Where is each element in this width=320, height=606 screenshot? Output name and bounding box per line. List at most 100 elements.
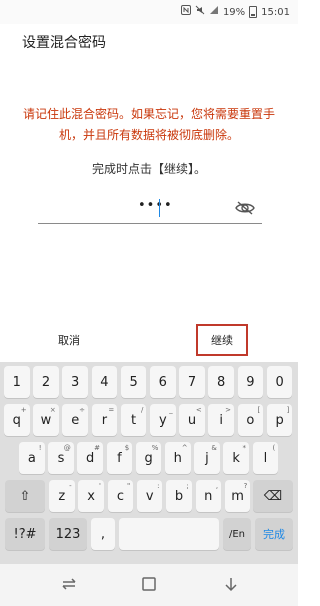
key-p-label: p [275, 412, 284, 428]
key-y[interactable]: y _ [150, 404, 176, 436]
keyboard-row-q: q + w × e ÷ r = t / y _ u < i > o[p] [0, 404, 298, 441]
key-4[interactable]: 4 [91, 366, 118, 398]
key-i[interactable]: i > [208, 404, 234, 436]
key-d-label: d [86, 450, 95, 466]
key-8[interactable]: 8 [208, 366, 234, 398]
key-s[interactable]: s @ [48, 442, 74, 474]
language-key[interactable]: /En [223, 518, 251, 550]
action-bar: 取消 继续 [0, 318, 298, 362]
key-z[interactable]: z- [49, 480, 75, 512]
key-3[interactable]: 3 [62, 366, 88, 398]
key-v[interactable]: v: [136, 480, 163, 512]
comma-key[interactable]: , [91, 518, 115, 550]
key-f[interactable]: f $ [106, 442, 133, 474]
key-e[interactable]: e ÷ [62, 404, 88, 436]
key-c[interactable]: c " [107, 480, 134, 512]
key-g-symbol: % [151, 444, 159, 452]
status-bar: 19% 15:01 [0, 0, 298, 24]
status-icons: 19% 15:01 [180, 5, 290, 19]
key-5-label: 5 [129, 374, 138, 390]
key-m[interactable]: m? [224, 480, 251, 512]
done-key-label: 完成 [263, 528, 285, 541]
key-x[interactable]: x ' [78, 480, 104, 512]
key-l[interactable]: l( [252, 442, 279, 474]
key-w-label: w [40, 412, 52, 428]
key-q-label: q [12, 412, 21, 428]
key-j[interactable]: j & [194, 442, 220, 474]
key-0-label: 0 [275, 374, 284, 390]
key-2-label: 2 [41, 374, 51, 390]
key-1[interactable]: 1 [4, 366, 30, 398]
battery-icon [249, 6, 258, 18]
key-a-symbol: ! [38, 444, 42, 452]
key-r[interactable]: r = [91, 404, 118, 436]
key-7[interactable]: 7 [179, 366, 205, 398]
key-l-symbol: ( [272, 444, 276, 452]
battery-percent: 19% [222, 6, 246, 18]
backspace-key[interactable]: ⌫ [253, 480, 293, 512]
key-p[interactable]: p] [266, 404, 293, 436]
key-h-symbol: ^ [181, 444, 188, 452]
keyboard-row-z: ⇧ ⌫ z - x ' c " v: b; n, m? [0, 480, 298, 517]
eye-slash-icon[interactable] [234, 200, 256, 216]
key-k[interactable]: k * [223, 442, 249, 474]
shift-key[interactable]: ⇧ [5, 480, 45, 512]
page-title: 设置混合密码 [22, 35, 106, 51]
number-mode-key[interactable]: 123 [49, 518, 87, 550]
key-u-symbol: < [195, 406, 202, 414]
symbols-key[interactable]: !?# [5, 518, 45, 550]
key-1-label: 1 [12, 374, 21, 390]
home-icon[interactable] [140, 575, 158, 593]
key-g[interactable]: g% [135, 442, 162, 474]
navigation-bar [0, 564, 298, 606]
key-7-label: 7 [187, 374, 197, 390]
done-key[interactable]: 完成 [255, 518, 293, 550]
key-n[interactable]: n, [195, 480, 222, 512]
key-n-label: n [204, 488, 213, 504]
warning-text: 请记住此混合密码。如果忘记，您将需要重置手机，并且所有数据将被彻底删除。 [22, 107, 275, 142]
key-0[interactable]: 0 [266, 366, 293, 398]
key-n-symbol: , [215, 482, 219, 490]
key-a[interactable]: a! [19, 442, 45, 474]
back-icon[interactable] [222, 575, 240, 593]
continue-button[interactable]: 继续 [196, 324, 248, 356]
key-q[interactable]: q + [4, 404, 30, 436]
key-a-label: a [27, 450, 36, 466]
key-5[interactable]: 5 [120, 366, 147, 398]
key-2[interactable]: 2 [33, 366, 59, 398]
key-q-symbol: + [20, 406, 27, 414]
key-h[interactable]: h ^ [165, 442, 191, 474]
key-s-symbol: @ [63, 444, 71, 452]
key-9-label: 9 [246, 374, 255, 390]
cancel-button[interactable]: 取消 [58, 332, 80, 348]
key-t-symbol: / [141, 406, 144, 414]
key-o-label: o [246, 412, 255, 428]
key-6-label: 6 [158, 374, 167, 390]
space-key[interactable] [119, 518, 219, 550]
key-g-label: g [144, 450, 153, 466]
key-m-label: m [231, 488, 244, 504]
key-t-label: t [131, 412, 137, 428]
key-w[interactable]: w × [33, 404, 59, 436]
key-t[interactable]: t / [120, 404, 147, 436]
password-value: •••• [138, 198, 173, 213]
key-6[interactable]: 6 [150, 366, 176, 398]
key-x-label: x [87, 488, 95, 504]
key-f-symbol: $ [124, 444, 130, 452]
key-o[interactable]: o[ [237, 404, 264, 436]
key-w-symbol: × [49, 406, 56, 414]
key-z-label: z [58, 488, 66, 504]
key-e-label: e [71, 412, 80, 428]
key-x-symbol: ' [98, 482, 101, 490]
key-s-label: s [57, 450, 65, 466]
key-u[interactable]: u < [179, 404, 205, 436]
key-c-label: c [116, 488, 124, 504]
key-b[interactable]: b; [166, 480, 192, 512]
password-field[interactable]: •••• [38, 196, 262, 224]
key-4-label: 4 [100, 374, 109, 390]
key-d[interactable]: d # [77, 442, 103, 474]
key-j-label: j [205, 450, 209, 466]
key-9[interactable]: 9 [237, 366, 264, 398]
recent-apps-icon[interactable] [60, 575, 78, 593]
key-z-symbol: - [69, 482, 72, 490]
